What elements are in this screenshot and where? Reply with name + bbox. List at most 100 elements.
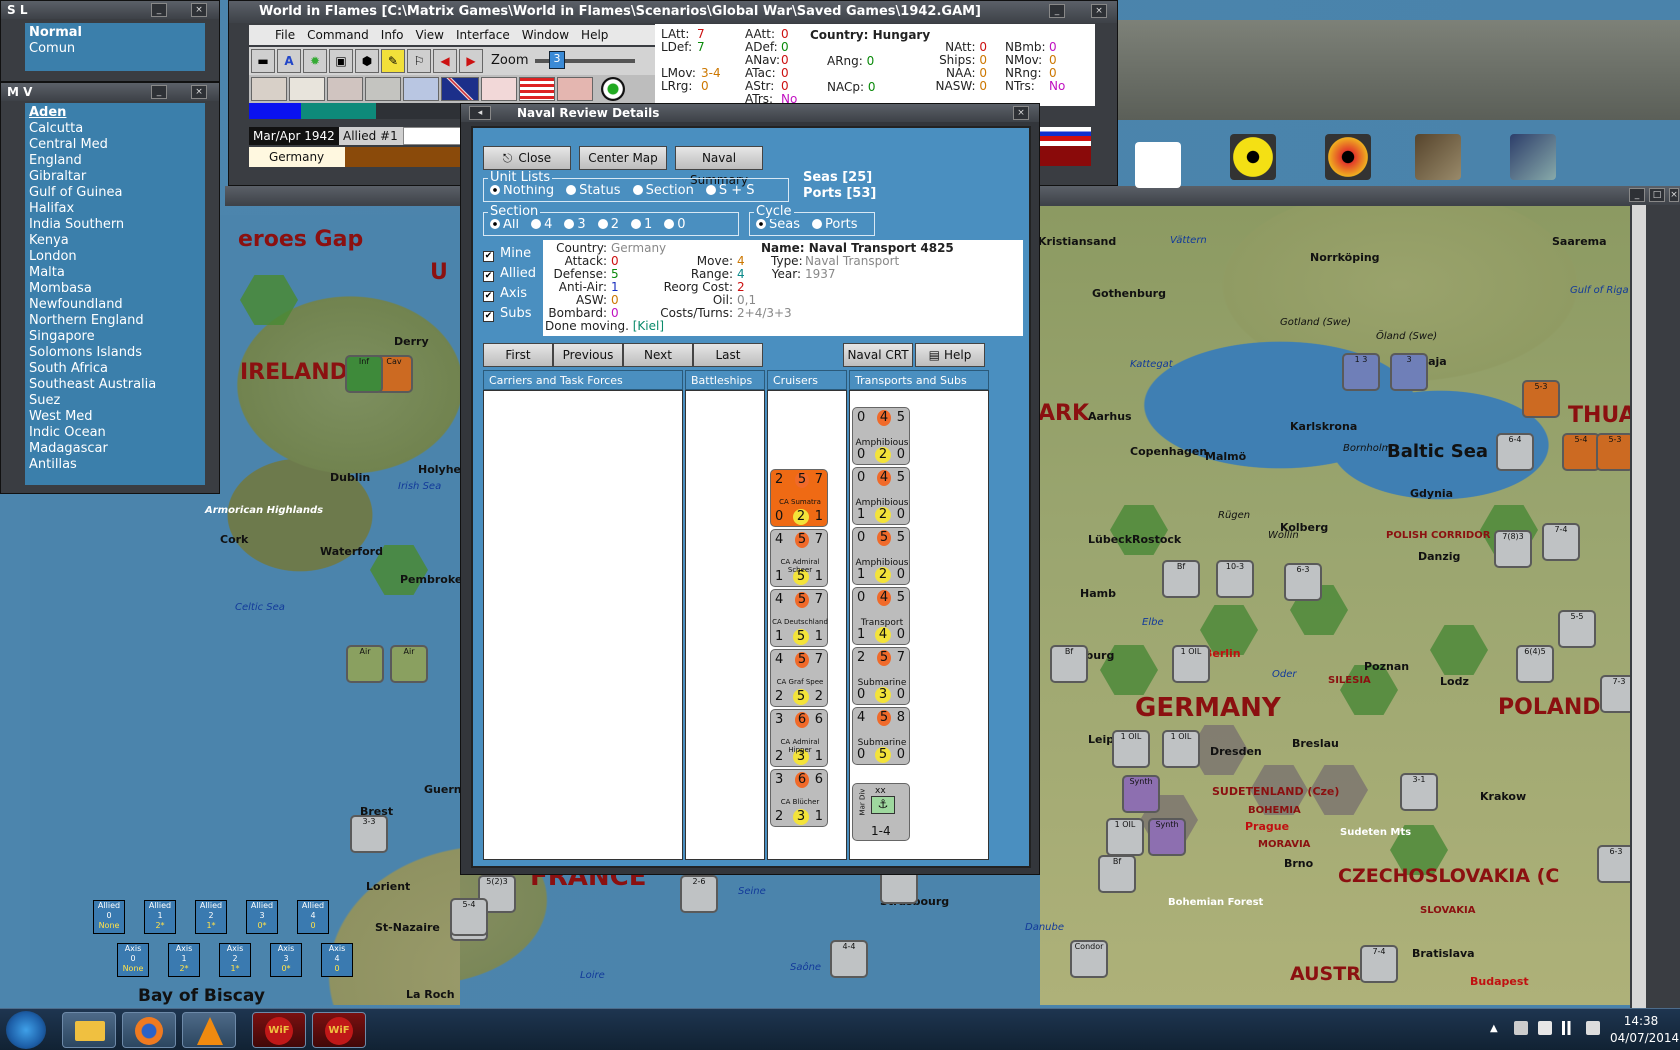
list-item[interactable]: South Africa: [29, 361, 201, 377]
previous-button[interactable]: Previous: [553, 343, 623, 367]
minimize-icon[interactable]: _: [1049, 4, 1065, 18]
unit-counter[interactable]: 5-5: [1558, 610, 1596, 648]
explorer-taskbar-icon[interactable]: [62, 1012, 116, 1048]
unit-counter[interactable]: 5-3: [1522, 380, 1560, 418]
wif-taskbar-icon[interactable]: WiF: [312, 1012, 366, 1048]
list-item[interactable]: West Med: [29, 409, 201, 425]
target-icon[interactable]: [601, 77, 625, 101]
radio-button-icon[interactable]: [630, 219, 641, 229]
ship-counter[interactable]: 4 5 7 1 5 1 CA Admiral Scheer: [770, 529, 828, 587]
section-radio[interactable]: 3: [558, 217, 586, 232]
list-item[interactable]: Antillas: [29, 457, 201, 473]
list-item[interactable]: Calcutta: [29, 121, 201, 137]
close-icon[interactable]: ×: [191, 3, 207, 17]
unit-counter[interactable]: 1 OIL: [1106, 818, 1144, 856]
list-item[interactable]: Comun: [29, 41, 201, 57]
minimize-icon[interactable]: _: [1629, 188, 1645, 202]
next-button[interactable]: Next: [623, 343, 693, 367]
section-radio[interactable]: 0: [658, 217, 686, 232]
flag-usa-faded[interactable]: [251, 77, 287, 101]
naval-summary-button[interactable]: Naval Summary: [675, 146, 763, 187]
unit-counter[interactable]: 5-3: [1596, 433, 1634, 471]
flag-usa[interactable]: [519, 77, 555, 101]
list-item[interactable]: Halifax: [29, 201, 201, 217]
unit-counter[interactable]: 6(4)5: [1516, 645, 1554, 683]
radio-button-icon[interactable]: [756, 219, 766, 229]
list-item[interactable]: Solomons Islands: [29, 345, 201, 361]
column-header-cruisers[interactable]: Cruisers: [767, 370, 847, 390]
ship-counter[interactable]: 2 5 7 0 3 0 Submarine: [852, 647, 910, 705]
unit-counter[interactable]: 6-3: [1284, 563, 1322, 601]
radiation-icon[interactable]: [1325, 134, 1371, 180]
close-icon[interactable]: ×: [1669, 188, 1679, 202]
signal-icon[interactable]: [1562, 1021, 1576, 1035]
list-item[interactable]: Suez: [29, 393, 201, 409]
list-item[interactable]: Gulf of Guinea: [29, 185, 201, 201]
unit-counter[interactable]: 4-4: [830, 940, 868, 978]
radiation-icon[interactable]: [1230, 134, 1276, 180]
flag-russia[interactable]: [1039, 127, 1091, 141]
flag-japan-faded[interactable]: [289, 77, 325, 101]
arrow-right-icon[interactable]: ▶: [459, 49, 483, 73]
unit-counter[interactable]: 1 OIL: [1172, 645, 1210, 683]
mv-window[interactable]: M V _ × Aden Calcutta Central Med England Gi…: [0, 82, 220, 494]
unit-counter[interactable]: Synth: [1148, 818, 1186, 856]
checkbox-icon[interactable]: ✔: [483, 311, 494, 322]
sl-window[interactable]: S L _ × Normal Comun: [0, 0, 220, 82]
vlc-taskbar-icon[interactable]: [182, 1012, 236, 1048]
checkbox-icon[interactable]: ✔: [483, 251, 494, 262]
grid-icon[interactable]: ▣: [329, 49, 353, 73]
menu-item-file[interactable]: File: [249, 25, 295, 42]
close-button[interactable]: ⎋ Close: [483, 146, 571, 170]
menu-item-command[interactable]: Command: [295, 25, 369, 42]
ship-counter[interactable]: 3 6 6 2 3 1 CA Blücher: [770, 769, 828, 827]
unit-counter[interactable]: 2-6: [680, 875, 718, 913]
flag-china[interactable]: [403, 77, 439, 101]
system-menu-icon[interactable]: ◂: [469, 106, 491, 120]
tank-icon[interactable]: ▬: [251, 49, 275, 73]
unit-counter[interactable]: Synth: [1122, 775, 1160, 813]
unit-counter[interactable]: 1 OIL: [1112, 730, 1150, 768]
center-map-button[interactable]: Center Map: [579, 146, 667, 170]
naval-review-dialog[interactable]: Naval Review Details ◂ × ⎋ Close Center M…: [460, 103, 1040, 875]
flag-uk[interactable]: [441, 77, 479, 101]
unit-counter[interactable]: Condor: [1070, 940, 1108, 978]
first-button[interactable]: First: [483, 343, 553, 367]
ship-counter[interactable]: 0 4 5 1 4 0 Transport: [852, 587, 910, 645]
arrow-left-icon[interactable]: ◀: [433, 49, 457, 73]
unit-counter[interactable]: 10-3: [1216, 560, 1254, 598]
unit-counter[interactable]: 7-4: [1542, 523, 1580, 561]
section-radio[interactable]: 2: [592, 217, 619, 232]
zoom-slider-thumb[interactable]: 3: [549, 51, 565, 69]
flag-tray-icon[interactable]: [1538, 1021, 1552, 1035]
unit-counter[interactable]: 3: [1390, 353, 1428, 391]
list-item[interactable]: Kenya: [29, 233, 201, 249]
firefox-taskbar-icon[interactable]: [122, 1012, 176, 1048]
menu-item-view[interactable]: View: [404, 25, 444, 42]
flag-icon[interactable]: ⚐: [407, 49, 431, 73]
close-icon[interactable]: ×: [191, 85, 207, 99]
battleships-column[interactable]: [685, 390, 765, 860]
filter-axis[interactable]: ✔ Axis: [483, 284, 543, 304]
carriers-column[interactable]: [483, 390, 683, 860]
checkbox-icon[interactable]: ✔: [483, 291, 494, 302]
cycle-radio[interactable]: Ports: [806, 217, 858, 232]
ship-counter[interactable]: 0 4 5 0 2 0 Amphibious: [852, 407, 910, 465]
unit-lists-radio[interactable]: Nothing: [484, 183, 554, 198]
unit-counter[interactable]: Bf: [1098, 855, 1136, 893]
list-item[interactable]: Gibraltar: [29, 169, 201, 185]
flag-italy-faded[interactable]: [365, 77, 401, 101]
menu-item-interface[interactable]: Interface: [444, 25, 510, 42]
mv-list[interactable]: Aden Calcutta Central Med England Gibraltar G…: [25, 103, 205, 485]
filter-allied[interactable]: ✔ Allied: [483, 264, 543, 284]
radio-button-icon[interactable]: [564, 219, 575, 229]
cruisers-column[interactable]: 2 5 7 0 2 1 CA Sumatra 4 5 7 1 5 1 CA Admiral Scheer 4…: [767, 390, 847, 860]
minimize-icon[interactable]: _: [151, 85, 167, 99]
unit-counter[interactable]: 3-1: [1400, 773, 1438, 811]
unit-counter[interactable]: 5-4: [450, 898, 488, 936]
radio-button-icon[interactable]: [705, 185, 716, 195]
vertical-scrollbar[interactable]: [1632, 205, 1646, 1008]
list-item[interactable]: Northern England: [29, 313, 201, 329]
game-icon[interactable]: [1415, 134, 1461, 180]
section-radio[interactable]: 4: [525, 217, 552, 232]
